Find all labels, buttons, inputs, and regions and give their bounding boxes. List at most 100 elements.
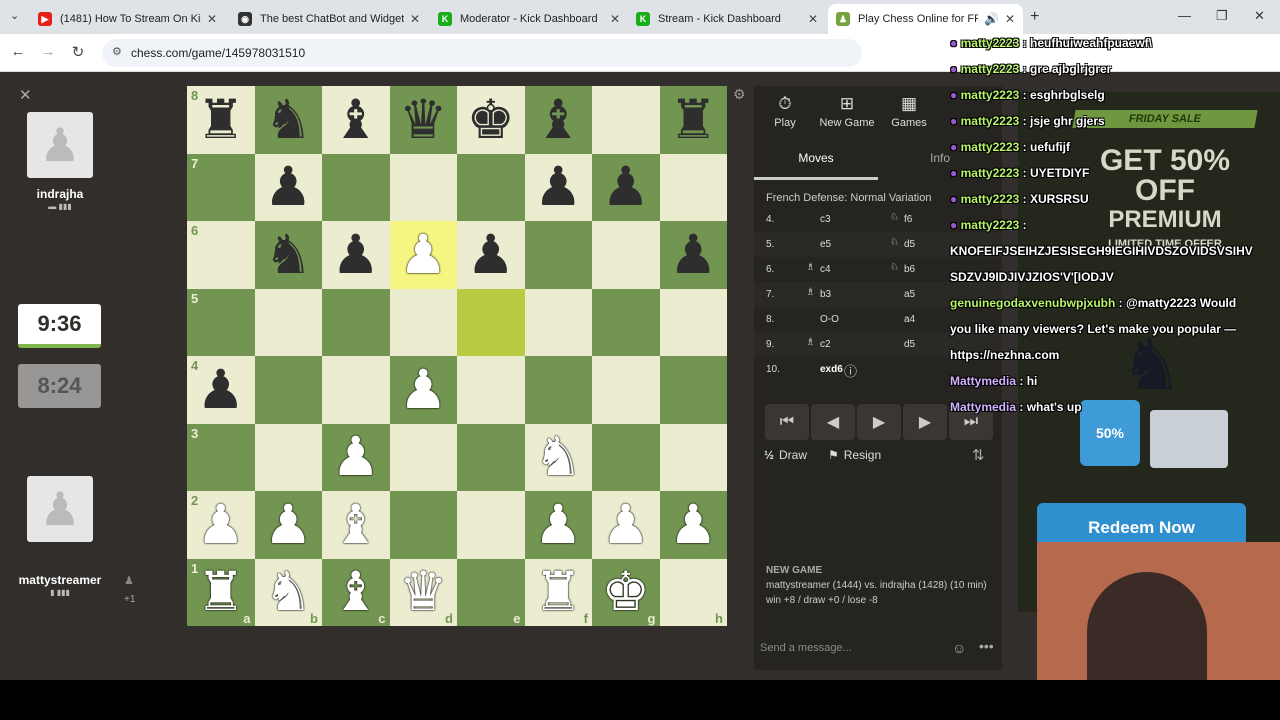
square-f3[interactable]: ♞ bbox=[524, 423, 592, 491]
square-h4[interactable] bbox=[659, 356, 727, 424]
square-a8[interactable]: 8 ♜ bbox=[187, 86, 255, 154]
black-knight-icon[interactable]: ♞ bbox=[264, 228, 312, 282]
square-e3[interactable] bbox=[457, 423, 525, 491]
square-f2[interactable]: ♟ bbox=[524, 491, 592, 559]
tab-play[interactable]: ⏱ Play bbox=[754, 94, 816, 129]
chat-username[interactable]: matty2223 bbox=[961, 114, 1020, 128]
white-pawn-icon[interactable]: ♟ bbox=[332, 430, 380, 484]
square-d3[interactable] bbox=[389, 423, 457, 491]
player-name-top[interactable]: indrajha bbox=[0, 187, 120, 201]
close-icon[interactable]: ✕ bbox=[808, 12, 818, 26]
player-name-bottom[interactable]: mattystreamer bbox=[0, 573, 120, 587]
white-move[interactable]: c4 bbox=[820, 264, 831, 275]
square-h3[interactable] bbox=[659, 423, 727, 491]
white-rook-icon[interactable]: ♜ bbox=[197, 565, 245, 619]
square-a7[interactable]: 7 bbox=[187, 153, 255, 221]
chat-username[interactable]: Mattymedia bbox=[950, 374, 1016, 388]
white-knight-icon[interactable]: ♞ bbox=[264, 565, 312, 619]
white-move[interactable]: c3 bbox=[820, 214, 831, 225]
forward-icon[interactable]: → bbox=[38, 43, 58, 60]
square-b7[interactable]: ♟ bbox=[254, 153, 322, 221]
square-a2[interactable]: 2 ♟ bbox=[187, 491, 255, 559]
square-e5[interactable] bbox=[457, 288, 525, 356]
white-move[interactable]: b3 bbox=[820, 289, 831, 300]
square-e2[interactable] bbox=[457, 491, 525, 559]
close-icon[interactable]: ✕ bbox=[19, 86, 32, 104]
square-c3[interactable]: ♟ bbox=[322, 423, 390, 491]
square-f1[interactable]: f ♜ bbox=[524, 558, 592, 626]
square-b3[interactable] bbox=[254, 423, 322, 491]
next-move-button[interactable]: ▶ bbox=[903, 404, 947, 440]
browser-tab-4[interactable]: K Stream - Kick Dashboard ✕ bbox=[628, 4, 826, 34]
square-f5[interactable] bbox=[524, 288, 592, 356]
square-d2[interactable] bbox=[389, 491, 457, 559]
tab-list-icon[interactable]: ⌄ bbox=[10, 9, 19, 22]
white-bishop-icon[interactable]: ♝ bbox=[332, 498, 380, 552]
white-pawn-icon[interactable]: ♟ bbox=[197, 498, 245, 552]
square-c7[interactable] bbox=[322, 153, 390, 221]
chat-username[interactable]: matty2223 bbox=[961, 62, 1020, 76]
black-queen-icon[interactable]: ♛ bbox=[399, 93, 447, 147]
square-c2[interactable]: ♝ bbox=[322, 491, 390, 559]
square-b1[interactable]: b ♞ bbox=[254, 558, 322, 626]
back-icon[interactable]: ← bbox=[8, 43, 28, 60]
chat-username[interactable]: matty2223 bbox=[961, 192, 1020, 206]
black-knight-icon[interactable]: ♞ bbox=[264, 93, 312, 147]
square-c1[interactable]: c ♝ bbox=[322, 558, 390, 626]
square-g3[interactable] bbox=[592, 423, 660, 491]
white-knight-icon[interactable]: ♞ bbox=[534, 430, 582, 484]
square-e8[interactable]: ♚ bbox=[457, 86, 525, 154]
black-move[interactable]: f6 bbox=[904, 214, 912, 225]
square-h2[interactable]: ♟ bbox=[659, 491, 727, 559]
square-c5[interactable] bbox=[322, 288, 390, 356]
tab-games[interactable]: ▦ Games bbox=[878, 94, 940, 129]
chat-username[interactable]: matty2223 bbox=[961, 166, 1020, 180]
browser-tab-2[interactable]: ◉ The best ChatBot and Widgets ✕ bbox=[230, 4, 428, 34]
more-icon[interactable]: ••• bbox=[979, 638, 994, 654]
square-b4[interactable] bbox=[254, 356, 322, 424]
white-queen-icon[interactable]: ♛ bbox=[399, 565, 447, 619]
white-move[interactable]: e5 bbox=[820, 239, 831, 250]
black-move[interactable]: a5 bbox=[904, 289, 915, 300]
minimize-icon[interactable]: — bbox=[1178, 8, 1191, 23]
black-move[interactable]: b6 bbox=[904, 264, 915, 275]
black-move[interactable]: d5 bbox=[904, 339, 915, 350]
chess-board[interactable]: 8 ♜ ♞ ♝ ♛ ♚ ♝ ♜ 7 ♟ ♟ ♟ 6 ♞ ♟ ♟ ♟ ♟ 5 4 ♟ ♟ 3 ♟ ♞ 2 ♟ ♟ ♝ ♟ ♟ ♟ 1 a ♜ b ♞ c ♝ d… bbox=[187, 86, 727, 626]
black-bishop-icon[interactable]: ♝ bbox=[534, 93, 582, 147]
opening-name[interactable]: French Defense: Normal Variation bbox=[766, 192, 931, 204]
square-e4[interactable] bbox=[457, 356, 525, 424]
square-d1[interactable]: d ♛ bbox=[389, 558, 457, 626]
square-a1[interactable]: 1 a ♜ bbox=[187, 558, 255, 626]
maximize-icon[interactable]: ❐ bbox=[1216, 8, 1228, 24]
chat-username[interactable]: Mattymedia bbox=[950, 400, 1016, 414]
draw-button[interactable]: ½ Draw bbox=[764, 448, 807, 462]
new-tab-icon[interactable]: + bbox=[1030, 8, 1039, 26]
white-move[interactable]: exd6 bbox=[820, 364, 843, 375]
square-a6[interactable]: 6 bbox=[187, 221, 255, 289]
white-pawn-icon[interactable]: ♟ bbox=[399, 228, 447, 282]
white-pawn-icon[interactable]: ♟ bbox=[264, 498, 312, 552]
browser-tab-1[interactable]: ▶ (1481) How To Stream On Kick ✕ bbox=[30, 4, 225, 34]
first-move-button[interactable]: ⏮ bbox=[765, 404, 809, 440]
speaker-icon[interactable]: 🔊 bbox=[984, 12, 999, 26]
square-e7[interactable] bbox=[457, 153, 525, 221]
black-pawn-icon[interactable]: ♟ bbox=[602, 160, 650, 214]
white-king-icon[interactable]: ♚ bbox=[602, 565, 650, 619]
white-bishop-icon[interactable]: ♝ bbox=[332, 565, 380, 619]
info-icon[interactable]: ⓘ bbox=[844, 361, 857, 380]
message-input[interactable]: Send a message... bbox=[760, 642, 852, 654]
square-d7[interactable] bbox=[389, 153, 457, 221]
square-g5[interactable] bbox=[592, 288, 660, 356]
tab-new-game[interactable]: ⊞ New Game bbox=[816, 94, 878, 129]
close-icon[interactable]: ✕ bbox=[410, 12, 420, 26]
black-bishop-icon[interactable]: ♝ bbox=[332, 93, 380, 147]
square-d4[interactable]: ♟ bbox=[389, 356, 457, 424]
square-a3[interactable]: 3 bbox=[187, 423, 255, 491]
square-h5[interactable] bbox=[659, 288, 727, 356]
square-d6[interactable]: ♟ bbox=[389, 221, 457, 289]
square-c8[interactable]: ♝ bbox=[322, 86, 390, 154]
square-a4[interactable]: 4 ♟ bbox=[187, 356, 255, 424]
square-h6[interactable]: ♟ bbox=[659, 221, 727, 289]
close-window-icon[interactable]: ✕ bbox=[1254, 8, 1265, 24]
tab-moves[interactable]: Moves bbox=[754, 144, 878, 180]
